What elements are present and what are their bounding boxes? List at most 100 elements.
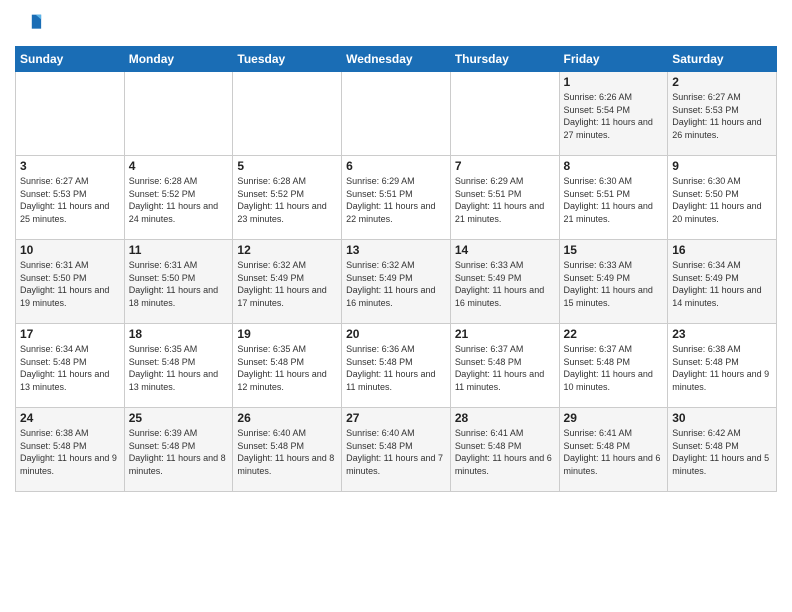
day-cell xyxy=(16,72,125,156)
header-friday: Friday xyxy=(559,47,668,72)
day-number: 6 xyxy=(346,159,446,173)
day-cell: 4 Sunrise: 6:28 AM Sunset: 5:52 PM Daylig… xyxy=(124,156,233,240)
day-cell xyxy=(233,72,342,156)
day-number: 26 xyxy=(237,411,337,425)
day-info: Sunrise: 6:41 AM Sunset: 5:48 PM Dayligh… xyxy=(564,427,664,477)
day-number: 9 xyxy=(672,159,772,173)
day-cell xyxy=(124,72,233,156)
day-info: Sunrise: 6:37 AM Sunset: 5:48 PM Dayligh… xyxy=(455,343,555,393)
header-row: SundayMondayTuesdayWednesdayThursdayFrid… xyxy=(16,47,777,72)
day-cell: 18 Sunrise: 6:35 AM Sunset: 5:48 PM Dayli… xyxy=(124,324,233,408)
day-cell: 11 Sunrise: 6:31 AM Sunset: 5:50 PM Dayli… xyxy=(124,240,233,324)
day-info: Sunrise: 6:27 AM Sunset: 5:53 PM Dayligh… xyxy=(20,175,120,225)
day-cell: 21 Sunrise: 6:37 AM Sunset: 5:48 PM Dayli… xyxy=(450,324,559,408)
day-info: Sunrise: 6:42 AM Sunset: 5:48 PM Dayligh… xyxy=(672,427,772,477)
day-info: Sunrise: 6:41 AM Sunset: 5:48 PM Dayligh… xyxy=(455,427,555,477)
day-number: 5 xyxy=(237,159,337,173)
week-row-0: 1 Sunrise: 6:26 AM Sunset: 5:54 PM Daylig… xyxy=(16,72,777,156)
day-info: Sunrise: 6:38 AM Sunset: 5:48 PM Dayligh… xyxy=(672,343,772,393)
day-number: 11 xyxy=(129,243,229,257)
day-info: Sunrise: 6:26 AM Sunset: 5:54 PM Dayligh… xyxy=(564,91,664,141)
day-number: 28 xyxy=(455,411,555,425)
day-number: 15 xyxy=(564,243,664,257)
day-number: 24 xyxy=(20,411,120,425)
day-cell xyxy=(342,72,451,156)
day-number: 19 xyxy=(237,327,337,341)
day-number: 18 xyxy=(129,327,229,341)
day-info: Sunrise: 6:35 AM Sunset: 5:48 PM Dayligh… xyxy=(129,343,229,393)
header-wednesday: Wednesday xyxy=(342,47,451,72)
day-info: Sunrise: 6:38 AM Sunset: 5:48 PM Dayligh… xyxy=(20,427,120,477)
day-info: Sunrise: 6:30 AM Sunset: 5:50 PM Dayligh… xyxy=(672,175,772,225)
day-info: Sunrise: 6:39 AM Sunset: 5:48 PM Dayligh… xyxy=(129,427,229,477)
day-number: 16 xyxy=(672,243,772,257)
day-cell: 12 Sunrise: 6:32 AM Sunset: 5:49 PM Dayli… xyxy=(233,240,342,324)
logo xyxy=(15,10,45,38)
day-number: 3 xyxy=(20,159,120,173)
day-info: Sunrise: 6:29 AM Sunset: 5:51 PM Dayligh… xyxy=(346,175,446,225)
day-number: 2 xyxy=(672,75,772,89)
day-number: 21 xyxy=(455,327,555,341)
day-cell: 20Sunrise: 6:36 AM Sunset: 5:48 PM Dayli… xyxy=(342,324,451,408)
day-cell: 23 Sunrise: 6:38 AM Sunset: 5:48 PM Dayli… xyxy=(668,324,777,408)
day-info: Sunrise: 6:31 AM Sunset: 5:50 PM Dayligh… xyxy=(129,259,229,309)
day-number: 29 xyxy=(564,411,664,425)
day-cell: 27 Sunrise: 6:40 AM Sunset: 5:48 PM Dayli… xyxy=(342,408,451,492)
day-cell: 15 Sunrise: 6:33 AM Sunset: 5:49 PM Dayli… xyxy=(559,240,668,324)
day-cell: 30 Sunrise: 6:42 AM Sunset: 5:48 PM Dayli… xyxy=(668,408,777,492)
day-info: Sunrise: 6:40 AM Sunset: 5:48 PM Dayligh… xyxy=(237,427,337,477)
day-info: Sunrise: 6:35 AM Sunset: 5:48 PM Dayligh… xyxy=(237,343,337,393)
day-cell: 2Sunrise: 6:27 AM Sunset: 5:53 PM Daylig… xyxy=(668,72,777,156)
day-cell: 7 Sunrise: 6:29 AM Sunset: 5:51 PM Daylig… xyxy=(450,156,559,240)
header-monday: Monday xyxy=(124,47,233,72)
day-info: Sunrise: 6:31 AM Sunset: 5:50 PM Dayligh… xyxy=(20,259,120,309)
day-number: 4 xyxy=(129,159,229,173)
week-row-2: 10 Sunrise: 6:31 AM Sunset: 5:50 PM Dayli… xyxy=(16,240,777,324)
day-info: Sunrise: 6:34 AM Sunset: 5:49 PM Dayligh… xyxy=(672,259,772,309)
day-cell: 17Sunrise: 6:34 AM Sunset: 5:48 PM Dayli… xyxy=(16,324,125,408)
day-cell: 29 Sunrise: 6:41 AM Sunset: 5:48 PM Dayli… xyxy=(559,408,668,492)
day-cell: 9 Sunrise: 6:30 AM Sunset: 5:50 PM Daylig… xyxy=(668,156,777,240)
day-cell: 24 Sunrise: 6:38 AM Sunset: 5:48 PM Dayli… xyxy=(16,408,125,492)
day-cell: 5 Sunrise: 6:28 AM Sunset: 5:52 PM Daylig… xyxy=(233,156,342,240)
day-cell: 22Sunrise: 6:37 AM Sunset: 5:48 PM Dayli… xyxy=(559,324,668,408)
day-cell: 8 Sunrise: 6:30 AM Sunset: 5:51 PM Daylig… xyxy=(559,156,668,240)
day-info: Sunrise: 6:33 AM Sunset: 5:49 PM Dayligh… xyxy=(455,259,555,309)
day-number: 12 xyxy=(237,243,337,257)
day-cell: 6 Sunrise: 6:29 AM Sunset: 5:51 PM Daylig… xyxy=(342,156,451,240)
page-container: SundayMondayTuesdayWednesdayThursdayFrid… xyxy=(0,0,792,502)
day-info: Sunrise: 6:28 AM Sunset: 5:52 PM Dayligh… xyxy=(237,175,337,225)
day-info: Sunrise: 6:29 AM Sunset: 5:51 PM Dayligh… xyxy=(455,175,555,225)
logo-icon xyxy=(15,10,43,38)
day-info: Sunrise: 6:30 AM Sunset: 5:51 PM Dayligh… xyxy=(564,175,664,225)
day-number: 7 xyxy=(455,159,555,173)
day-cell: 16 Sunrise: 6:34 AM Sunset: 5:49 PM Dayli… xyxy=(668,240,777,324)
week-row-1: 3 Sunrise: 6:27 AM Sunset: 5:53 PM Daylig… xyxy=(16,156,777,240)
day-info: Sunrise: 6:33 AM Sunset: 5:49 PM Dayligh… xyxy=(564,259,664,309)
header-thursday: Thursday xyxy=(450,47,559,72)
day-info: Sunrise: 6:32 AM Sunset: 5:49 PM Dayligh… xyxy=(237,259,337,309)
day-info: Sunrise: 6:28 AM Sunset: 5:52 PM Dayligh… xyxy=(129,175,229,225)
day-number: 25 xyxy=(129,411,229,425)
header-saturday: Saturday xyxy=(668,47,777,72)
day-number: 10 xyxy=(20,243,120,257)
header-tuesday: Tuesday xyxy=(233,47,342,72)
day-number: 20 xyxy=(346,327,446,341)
day-number: 14 xyxy=(455,243,555,257)
day-number: 13 xyxy=(346,243,446,257)
day-number: 30 xyxy=(672,411,772,425)
day-cell: 1 Sunrise: 6:26 AM Sunset: 5:54 PM Daylig… xyxy=(559,72,668,156)
day-info: Sunrise: 6:40 AM Sunset: 5:48 PM Dayligh… xyxy=(346,427,446,477)
day-cell: 28 Sunrise: 6:41 AM Sunset: 5:48 PM Dayli… xyxy=(450,408,559,492)
day-cell: 26 Sunrise: 6:40 AM Sunset: 5:48 PM Dayli… xyxy=(233,408,342,492)
day-cell: 13 Sunrise: 6:32 AM Sunset: 5:49 PM Dayli… xyxy=(342,240,451,324)
day-number: 23 xyxy=(672,327,772,341)
day-cell: 10 Sunrise: 6:31 AM Sunset: 5:50 PM Dayli… xyxy=(16,240,125,324)
day-number: 8 xyxy=(564,159,664,173)
day-cell xyxy=(450,72,559,156)
day-number: 1 xyxy=(564,75,664,89)
day-cell: 25 Sunrise: 6:39 AM Sunset: 5:48 PM Dayli… xyxy=(124,408,233,492)
week-row-3: 17Sunrise: 6:34 AM Sunset: 5:48 PM Dayli… xyxy=(16,324,777,408)
day-number: 27 xyxy=(346,411,446,425)
day-info: Sunrise: 6:32 AM Sunset: 5:49 PM Dayligh… xyxy=(346,259,446,309)
